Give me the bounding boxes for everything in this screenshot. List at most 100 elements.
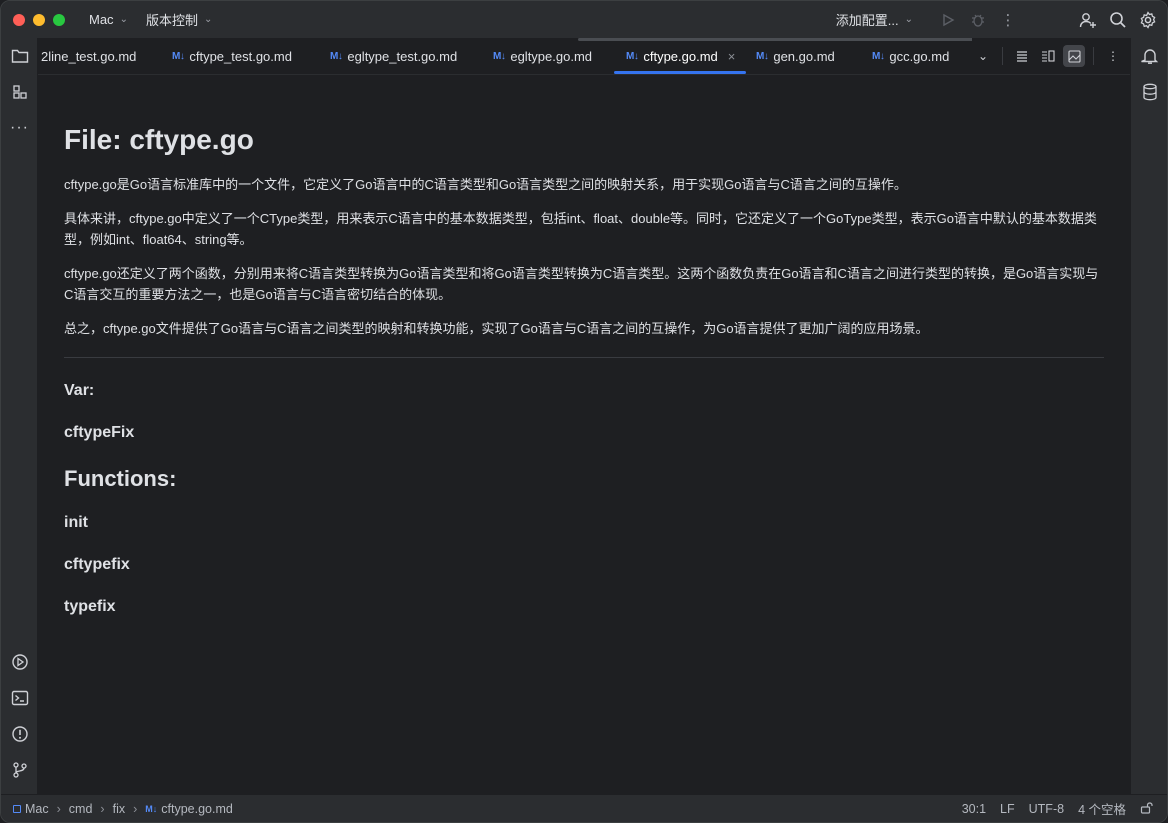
editor-more-button[interactable]: ⋮ [1102, 45, 1124, 67]
vertical-dots-icon: ⋮ [1000, 11, 1016, 29]
tab-egltype-test[interactable]: M↓ egltype_test.go.md [318, 38, 481, 74]
vertical-dots-icon: ⋮ [1107, 49, 1119, 63]
breadcrumb-item[interactable]: cftype.go.md [161, 802, 233, 816]
unlock-icon [1140, 801, 1153, 814]
settings-button[interactable] [1133, 5, 1163, 35]
breadcrumb-item[interactable]: Mac [25, 802, 49, 816]
close-window-button[interactable] [13, 13, 25, 26]
tab-list-button[interactable]: ⌄ [972, 45, 994, 67]
markdown-file-icon: M↓ [172, 50, 185, 62]
indent-setting[interactable]: 4 个空格 [1078, 799, 1126, 818]
chevron-right-icon: › [100, 801, 105, 816]
notifications-tool-button[interactable] [1131, 38, 1167, 74]
breadcrumb-item[interactable]: fix [113, 802, 126, 816]
tab-label: egltype_test.go.md [347, 48, 458, 64]
var-item: cftypeFix [64, 424, 135, 441]
read-only-toggle[interactable] [1140, 801, 1153, 817]
module-icon [13, 804, 21, 813]
window-controls [13, 13, 65, 26]
tab-gen[interactable]: M↓ gen.go.md [746, 38, 862, 74]
divider [64, 357, 1104, 358]
markdown-preview[interactable]: File: cftype.go cftype.go是Go语言标准库中的一个文件，… [38, 76, 1130, 794]
project-name: Mac [89, 12, 114, 27]
tab-2line-test[interactable]: 2line_test.go.md [38, 38, 160, 74]
chevron-down-icon: ⌄ [203, 14, 213, 25]
terminal-icon [11, 690, 28, 706]
project-selector[interactable]: Mac ⌄ [89, 12, 128, 27]
chevron-down-icon: ⌄ [977, 49, 989, 63]
code-with-me-button[interactable] [1073, 5, 1103, 35]
chevron-down-icon: ⌄ [904, 14, 913, 25]
split-view-icon [1042, 50, 1055, 62]
chevron-right-icon: › [133, 801, 138, 816]
bell-icon [1140, 49, 1158, 64]
left-bottom-tools [1, 644, 38, 788]
paragraph: 总之，cftype.go文件提供了Go语言与C语言之间类型的映射和转换功能，实现… [64, 321, 929, 336]
tab-cftype-test[interactable]: M↓ cftype_test.go.md [160, 38, 318, 74]
paragraph: 具体来讲，cftype.go中定义了一个CType类型，用来表示C语言中的基本数… [64, 211, 1097, 247]
editor-tabs: 2line_test.go.md M↓ cftype_test.go.md M↓… [38, 38, 972, 74]
search-everywhere-button[interactable] [1103, 5, 1133, 35]
editor-only-button[interactable] [1011, 45, 1033, 67]
tab-egltype[interactable]: M↓ egltype.go.md [481, 38, 614, 74]
line-separator[interactable]: LF [1000, 802, 1015, 816]
breadcrumb: Mac › cmd › fix › M↓ cftype.go.md [13, 802, 233, 816]
minimize-window-button[interactable] [33, 13, 45, 26]
more-tools-button[interactable]: ··· [1, 110, 38, 146]
markdown-file-icon: M↓ [756, 50, 769, 62]
page-title: File: cftype.go [64, 124, 254, 155]
run-config-selector[interactable]: 添加配置... ⌄ [836, 10, 913, 29]
markdown-file-icon: M↓ [493, 50, 506, 62]
play-icon [943, 13, 955, 26]
problems-tool-button[interactable] [1, 716, 38, 752]
editor-preview-button[interactable] [1037, 45, 1059, 67]
structure-tool-button[interactable] [1, 74, 38, 110]
var-heading: Var: [64, 382, 95, 399]
tab-cftype[interactable]: M↓ cftype.go.md × [614, 38, 746, 74]
search-icon [1110, 11, 1126, 28]
project-tool-button[interactable] [1, 38, 38, 74]
breadcrumb-item[interactable]: cmd [69, 802, 93, 816]
ide-window: Mac ⌄ 版本控制 ⌄ 添加配置... ⌄ ⋮ ··· 2line_test.… [0, 0, 1168, 823]
paragraph: cftype.go还定义了两个函数，分别用来将C语言类型转换为Go语言类型和将G… [64, 266, 1099, 302]
database-tool-button[interactable] [1131, 74, 1167, 110]
chevron-right-icon: › [56, 801, 61, 816]
vcs-label: 版本控制 [145, 13, 198, 28]
markdown-file-icon: M↓ [145, 803, 158, 814]
tab-label: gcc.go.md [889, 48, 950, 64]
tab-label: cftype.go.md [643, 48, 718, 64]
functions-heading: Functions: [64, 466, 177, 491]
markdown-file-icon: M↓ [330, 50, 343, 62]
run-button[interactable] [933, 5, 963, 35]
editor-tab-bar: 2line_test.go.md M↓ cftype_test.go.md M↓… [38, 38, 1130, 75]
function-item: typefix [64, 598, 116, 615]
titlebar-actions: 添加配置... ⌄ ⋮ [836, 1, 1167, 38]
horizontal-dots-icon: ··· [10, 119, 29, 136]
status-bar: Mac › cmd › fix › M↓ cftype.go.md 30:1 L… [1, 794, 1167, 822]
left-tool-strip: ··· [1, 38, 38, 794]
status-widgets: 30:1 LF UTF-8 4 个空格 [962, 799, 1167, 818]
tab-label: 2line_test.go.md [41, 48, 137, 64]
vcs-selector[interactable]: 版本控制 ⌄ [146, 10, 212, 29]
close-tab-icon[interactable]: × [728, 49, 736, 64]
warning-circle-icon [11, 726, 28, 742]
services-tool-button[interactable] [1, 644, 38, 680]
database-icon [1142, 83, 1157, 101]
tab-label: gen.go.md [773, 48, 835, 64]
terminal-tool-button[interactable] [1, 680, 38, 716]
more-actions-button[interactable]: ⋮ [993, 5, 1023, 35]
lines-icon [1017, 51, 1027, 62]
caret-position[interactable]: 30:1 [962, 802, 986, 816]
git-branch-icon [12, 762, 27, 778]
gear-icon [1140, 10, 1156, 29]
tab-gcc[interactable]: M↓ gcc.go.md [862, 38, 972, 74]
preview-only-button[interactable] [1063, 45, 1085, 67]
structure-icon [12, 85, 27, 99]
git-tool-button[interactable] [1, 752, 38, 788]
add-user-icon [1079, 12, 1096, 28]
debug-button[interactable] [963, 5, 993, 35]
file-encoding[interactable]: UTF-8 [1029, 802, 1064, 816]
markdown-file-icon: M↓ [626, 50, 639, 62]
zoom-window-button[interactable] [53, 13, 65, 26]
right-tool-strip [1130, 38, 1167, 794]
